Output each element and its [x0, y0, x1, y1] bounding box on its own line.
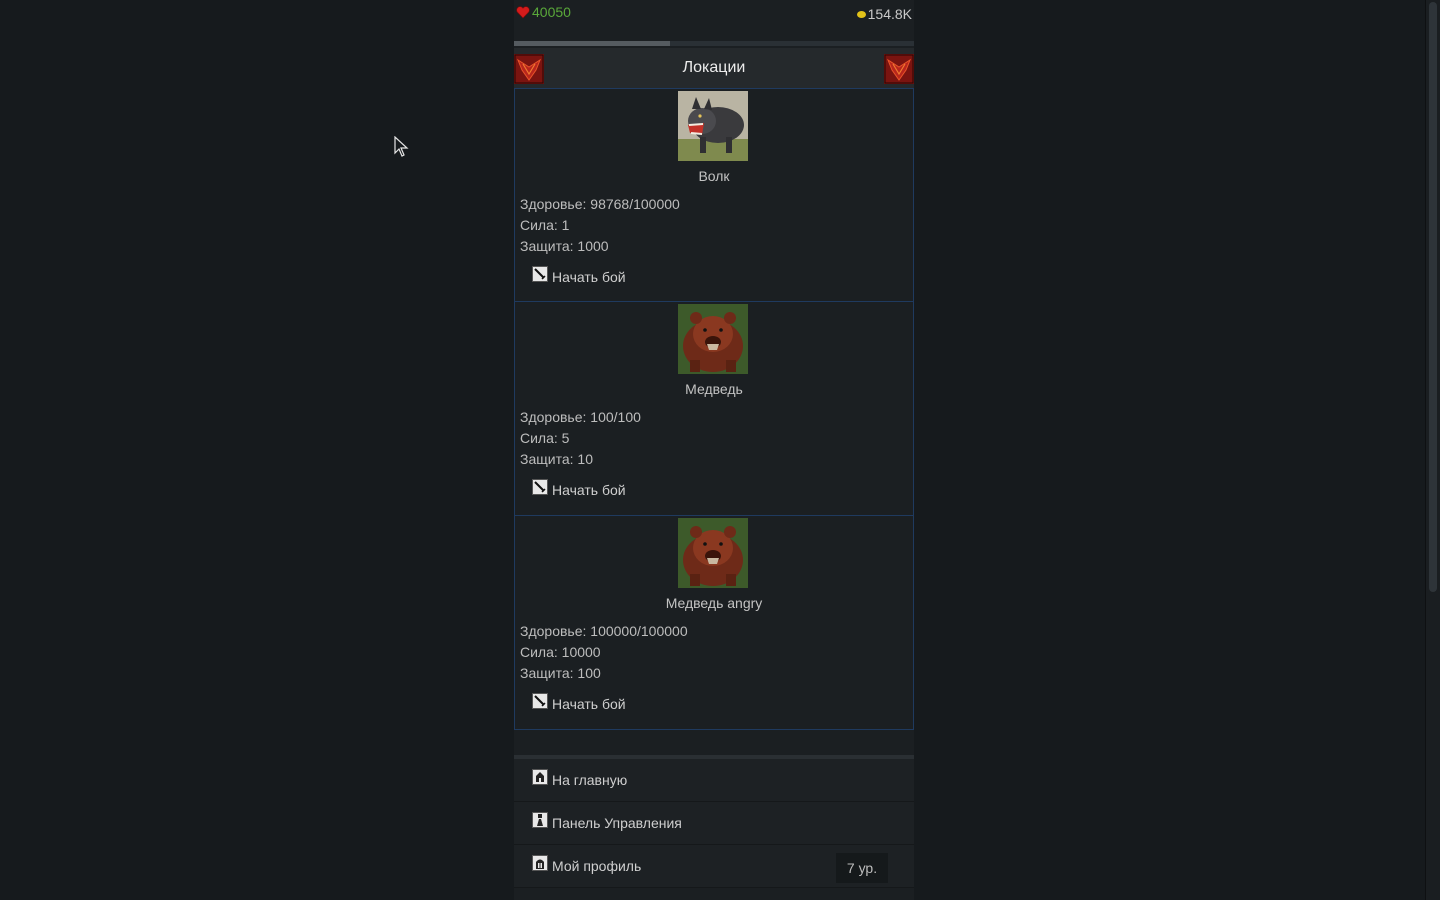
monster-strength: Сила: 5: [520, 430, 570, 446]
sword-icon: [532, 693, 548, 709]
monster-defense: Защита: 1000: [520, 238, 609, 254]
menu-item-home[interactable]: На главную: [514, 759, 914, 802]
sword-icon: [532, 266, 548, 282]
page-header: Локации: [514, 48, 914, 88]
monster-strength: Сила: 10000: [520, 644, 601, 660]
wolf-portrait: [678, 91, 748, 161]
monster-health: Здоровье: 98768/100000: [520, 196, 680, 212]
monster-list: Волк Здоровье: 98768/100000 Сила: 1 Защи…: [514, 88, 914, 730]
menu-item-label: На главную: [552, 772, 628, 788]
level-badge: 7 ур.: [836, 853, 888, 883]
monster-stats: Здоровье: 100000/100000 Сила: 10000 Защи…: [520, 621, 688, 684]
monster-stats: Здоровье: 98768/100000 Сила: 1 Защита: 1…: [520, 194, 680, 257]
hp-indicator: 40050: [516, 4, 571, 20]
control-panel-icon: [532, 812, 548, 828]
monster-card: Медведь angry Здоровье: 100000/100000 Си…: [514, 516, 914, 730]
monster-health: Здоровье: 100000/100000: [520, 623, 688, 639]
sword-icon: [532, 479, 548, 495]
start-fight-label: Начать бой: [552, 269, 626, 285]
monster-defense: Защита: 100: [520, 665, 601, 681]
gold-coin-icon: [856, 10, 866, 18]
window-scrollbar[interactable]: [1425, 0, 1440, 900]
start-fight-button[interactable]: Начать бой: [532, 479, 626, 498]
monster-health: Здоровье: 100/100: [520, 409, 641, 425]
game-app: 40050 154.8K Локации Волк Здоровье: 9876…: [514, 0, 914, 900]
experience-bar-fill: [514, 41, 670, 46]
page-title: Локации: [682, 59, 746, 76]
top-status-bar: 40050 154.8K: [514, 0, 914, 28]
right-emblem-icon[interactable]: [884, 54, 914, 84]
profile-icon: [532, 855, 548, 871]
window-scrollbar-thumb[interactable]: [1429, 2, 1437, 592]
start-fight-button[interactable]: Начать бой: [532, 266, 626, 285]
start-fight-label: Начать бой: [552, 696, 626, 712]
gold-value: 154.8K: [867, 6, 912, 22]
start-fight-button[interactable]: Начать бой: [532, 693, 626, 712]
bear-portrait: [678, 304, 748, 374]
start-fight-label: Начать бой: [552, 482, 626, 498]
menu-item-profile[interactable]: Мой профиль 7 ур.: [514, 845, 914, 888]
menu-item-label: Мой профиль: [552, 858, 642, 874]
monster-stats: Здоровье: 100/100 Сила: 5 Защита: 10: [520, 407, 641, 470]
home-icon: [532, 769, 548, 785]
bear-portrait: [678, 518, 748, 588]
monster-card: Волк Здоровье: 98768/100000 Сила: 1 Защи…: [514, 88, 914, 302]
gold-indicator: 154.8K: [856, 6, 912, 22]
monster-name: Медведь: [685, 381, 743, 397]
experience-bar: [514, 41, 914, 46]
monster-strength: Сила: 1: [520, 217, 570, 233]
mouse-cursor-icon: [394, 136, 409, 157]
monster-defense: Защита: 10: [520, 451, 593, 467]
navigation-menu: На главную Панель Управления Мой профиль: [514, 755, 914, 888]
left-emblem-icon[interactable]: [514, 54, 544, 84]
monster-name: Медведь angry: [665, 595, 763, 611]
monster-card: Медведь Здоровье: 100/100 Сила: 5 Защита…: [514, 302, 914, 516]
hp-value: 40050: [532, 4, 571, 20]
page: 40050 154.8K Локации Волк Здоровье: 9876…: [0, 0, 1440, 900]
menu-item-label: Панель Управления: [552, 815, 682, 831]
menu-item-control-panel[interactable]: Панель Управления: [514, 802, 914, 845]
monster-name: Волк: [698, 168, 730, 184]
heart-icon: [516, 5, 530, 18]
